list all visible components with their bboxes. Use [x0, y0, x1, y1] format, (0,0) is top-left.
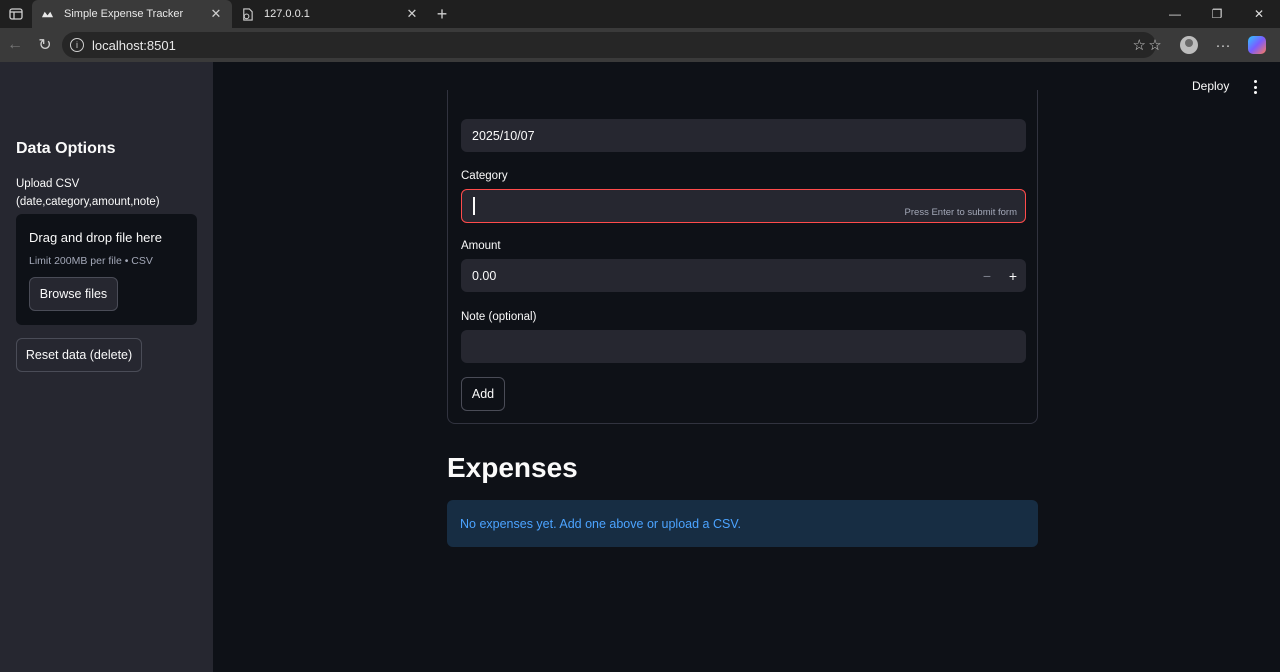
- tab-title: Simple Expense Tracker: [64, 8, 184, 20]
- amount-stepper: − +: [974, 259, 1026, 292]
- browser-tab-active[interactable]: Simple Expense Tracker ✕: [32, 0, 232, 28]
- browser-tab-bar: Simple Expense Tracker ✕ 127.0.0.1 ✕ + —…: [0, 0, 1280, 28]
- minimize-icon[interactable]: —: [1154, 0, 1196, 28]
- address-bar[interactable]: i localhost:8501 ☆: [62, 32, 1156, 58]
- more-options-icon[interactable]: ···: [1208, 30, 1238, 60]
- note-label: Note (optional): [461, 311, 537, 323]
- address-text: localhost:8501: [92, 37, 176, 53]
- back-icon[interactable]: ←: [0, 30, 30, 60]
- streamlit-favicon-icon: [40, 7, 54, 21]
- restore-icon[interactable]: ❐: [1196, 0, 1238, 28]
- amount-value: 0.00: [472, 268, 497, 283]
- reload-icon[interactable]: ↻: [30, 30, 60, 60]
- amount-label: Amount: [461, 240, 501, 252]
- empty-expenses-message: No expenses yet. Add one above or upload…: [460, 516, 741, 531]
- dropzone-main-text: Drag and drop file here: [29, 230, 162, 245]
- submit-hint: Press Enter to submit form: [904, 207, 1017, 218]
- browse-files-button[interactable]: Browse files: [29, 277, 118, 311]
- expense-form: 2025/10/07 Category Press Enter to submi…: [447, 90, 1038, 424]
- expenses-heading: Expenses: [447, 452, 578, 483]
- close-tab-icon[interactable]: ✕: [404, 6, 420, 22]
- avatar: [1180, 36, 1198, 54]
- close-window-icon[interactable]: ✕: [1238, 0, 1280, 28]
- category-label: Category: [461, 170, 508, 182]
- favorites-icon[interactable]: ☆: [1140, 30, 1170, 60]
- date-input[interactable]: 2025/10/07: [461, 119, 1026, 152]
- category-input[interactable]: Press Enter to submit form: [461, 189, 1026, 223]
- note-input[interactable]: [461, 330, 1026, 363]
- increment-button[interactable]: +: [1000, 259, 1026, 292]
- text-cursor: [473, 197, 475, 215]
- date-value: 2025/10/07: [472, 128, 535, 143]
- profile-button[interactable]: [1174, 30, 1204, 60]
- dropzone-limit-text: Limit 200MB per file • CSV: [29, 255, 153, 267]
- browser-toolbar: ← ↻ i localhost:8501 ☆ ☆ ···: [0, 28, 1280, 62]
- new-tab-icon[interactable]: +: [428, 0, 456, 28]
- empty-expenses-alert: No expenses yet. Add one above or upload…: [447, 500, 1038, 547]
- close-tab-icon[interactable]: ✕: [208, 6, 224, 22]
- file-dropzone[interactable]: Drag and drop file here Limit 200MB per …: [16, 214, 197, 325]
- window-menu-icon[interactable]: [0, 0, 32, 28]
- page-favicon-icon: [240, 7, 254, 21]
- browser-tab-inactive[interactable]: 127.0.0.1 ✕: [232, 0, 428, 28]
- upload-label: Upload CSV (date,category,amount,note): [16, 178, 160, 208]
- browser-right-buttons: ☆ ···: [1140, 30, 1272, 60]
- decrement-button[interactable]: −: [974, 259, 1000, 292]
- window-controls: — ❐ ✕: [1154, 0, 1280, 28]
- add-button[interactable]: Add: [461, 377, 505, 411]
- copilot-icon: [1248, 36, 1266, 54]
- main-menu-icon[interactable]: [1250, 80, 1260, 94]
- reset-data-button[interactable]: Reset data (delete): [16, 338, 142, 372]
- deploy-button[interactable]: Deploy: [1192, 79, 1229, 93]
- copilot-button[interactable]: [1242, 30, 1272, 60]
- amount-input[interactable]: 0.00 − +: [461, 259, 1026, 292]
- sidebar-title: Data Options: [16, 140, 116, 157]
- sidebar: Data Options Upload CSV (date,category,a…: [0, 62, 213, 672]
- tab-title: 127.0.0.1: [264, 8, 310, 20]
- site-info-icon[interactable]: i: [70, 38, 84, 52]
